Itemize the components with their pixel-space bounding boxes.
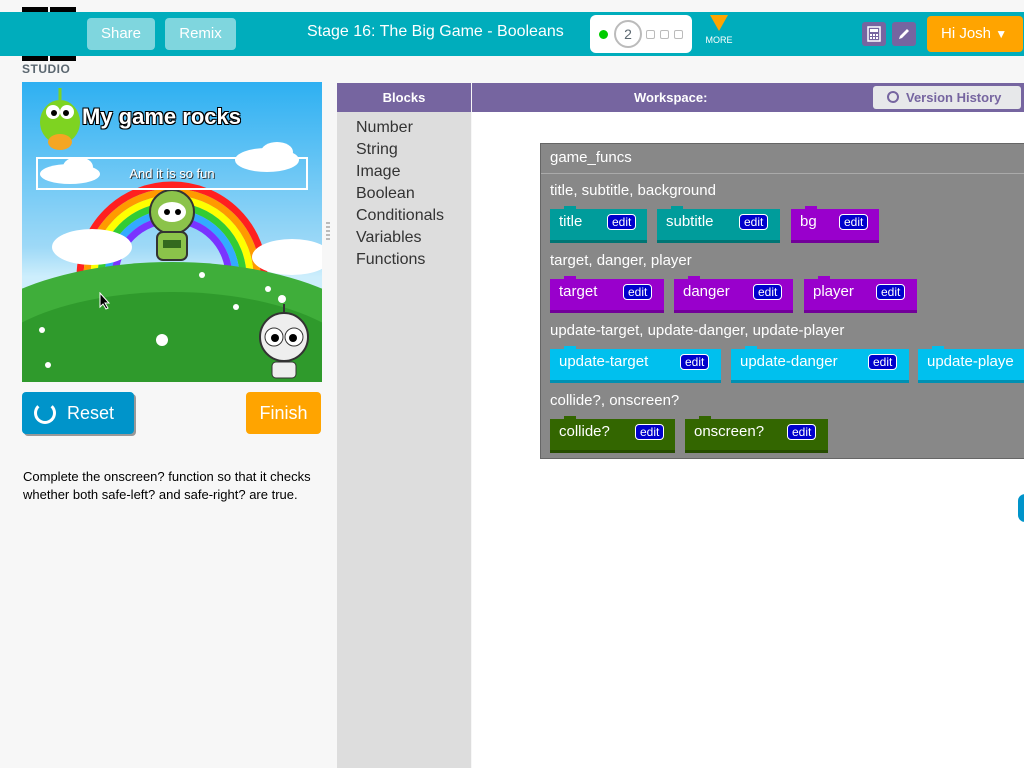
block-notch [699,416,711,420]
function-block-subtitle[interactable]: subtitle edit [657,206,780,243]
block-label: subtitle [666,213,714,230]
toolbox-category-boolean[interactable]: Boolean [356,185,415,203]
block-notch [745,346,757,350]
toolbox-category-conditionals[interactable]: Conditionals [356,207,444,225]
version-history-label: Version History [906,90,1002,105]
toolbox-category-functions[interactable]: Functions [356,251,425,269]
more-arrow-icon [710,15,728,31]
function-block-danger[interactable]: danger edit [674,276,793,313]
game-funcs-title: game_funcs [550,149,632,166]
function-block-update-player[interactable]: update-playe [918,346,1024,383]
block-notch [805,206,817,210]
share-button[interactable]: Share [87,18,155,50]
function-block-update-danger[interactable]: update-danger edit [731,346,909,383]
block-notch [932,346,944,350]
function-block-title[interactable]: title edit [550,206,647,243]
edit-button[interactable]: edit [623,284,653,300]
more-label: MORE [705,35,733,45]
function-block-bg[interactable]: bg edit [791,206,879,243]
group-label: update-target, update-danger, update-pla… [550,322,845,339]
edit-button[interactable]: edit [787,424,817,440]
stage-title: Stage 16: The Big Game - Booleans [307,23,564,40]
app-root: C O D E Share Remix Stage 16: The Big Ga… [0,0,1024,768]
edit-button[interactable]: edit [680,354,710,370]
block-label: bg [800,213,817,230]
player-robot-sprite [149,189,195,261]
current-level-bubble[interactable]: 2 [614,20,642,48]
instructions-text: Complete the onscreen? function so that … [23,469,311,502]
function-block-player[interactable]: player edit [804,276,917,313]
logo-studio-label: STUDIO [22,62,71,76]
workspace-header: Workspace: Version History [472,83,1024,112]
workspace-label: Workspace: [634,90,708,105]
edit-button[interactable]: edit [635,424,665,440]
edit-button[interactable]: edit [607,214,637,230]
toolbox-category-string[interactable]: String [356,141,398,159]
edit-button[interactable]: edit [868,354,898,370]
divider [541,173,1024,174]
function-block-update-target[interactable]: update-target edit [550,346,721,383]
level-dot-complete[interactable] [599,30,608,39]
edit-button[interactable]: edit [876,284,906,300]
edit-button[interactable]: edit [839,214,869,230]
clock-icon [887,91,899,103]
block-label: update-danger [740,353,838,370]
game-canvas[interactable]: My game rocks And it is so fun [22,82,322,382]
game-title-text: My game rocks [82,104,241,129]
level-progress: 2 [590,15,692,53]
user-menu-button[interactable]: Hi Josh ▼ [927,16,1023,52]
function-block-onscreen[interactable]: onscreen? edit [685,416,828,453]
block-label: onscreen? [694,423,765,440]
mouse-cursor-icon [99,292,111,310]
function-block-collide[interactable]: collide? edit [550,416,675,453]
block-label: collide? [559,423,610,440]
finish-button[interactable]: Finish [246,392,321,434]
block-label: update-playe [927,353,1014,370]
calculator-icon[interactable] [862,22,886,46]
block-label: danger [683,283,730,300]
toolbox-category-number[interactable]: Number [356,119,413,137]
toolbox-header: Blocks [337,83,471,112]
version-history-button[interactable]: Version History [873,86,1021,109]
header-bar: Share Remix Stage 16: The Big Game - Boo… [0,12,1024,56]
game-subtitle-text: And it is so fun [36,157,308,190]
block-label: update-target [559,353,649,370]
block-notch [688,276,700,280]
workspace-scroll-handle[interactable] [1018,494,1024,522]
block-notch [671,206,683,210]
block-notch [564,416,576,420]
block-label: player [813,283,854,300]
group-label: target, danger, player [550,252,692,269]
reset-icon [34,402,56,424]
block-notch [564,276,576,280]
chevron-down-icon: ▼ [995,27,1008,41]
reset-label: Reset [67,403,115,423]
reset-button[interactable]: Reset [22,392,134,434]
panel-resize-handle[interactable] [326,222,330,240]
level-dot[interactable] [674,30,683,39]
function-block-target[interactable]: target edit [550,276,664,313]
block-notch [564,346,576,350]
level-dot[interactable] [646,30,655,39]
block-notch [818,276,830,280]
alien-sprite [40,88,80,150]
level-dot[interactable] [660,30,669,39]
block-label: title [559,213,583,230]
toolbox-panel: Number String Image Boolean Conditionals… [337,112,471,768]
remix-button[interactable]: Remix [165,18,236,50]
edit-button[interactable]: edit [739,214,769,230]
block-label: target [559,283,598,300]
user-greeting: Hi Josh [941,25,992,42]
block-notch [564,206,576,210]
group-label: collide?, onscreen? [550,392,680,409]
pencil-icon[interactable] [892,22,916,46]
edit-button[interactable]: edit [753,284,783,300]
group-label: title, subtitle, background [550,182,716,199]
game-funcs-block[interactable]: game_funcs title, subtitle, background t… [540,143,1024,459]
toolbox-category-variables[interactable]: Variables [356,229,422,247]
more-button[interactable]: MORE [703,15,735,45]
toolbox-category-image[interactable]: Image [356,163,400,181]
